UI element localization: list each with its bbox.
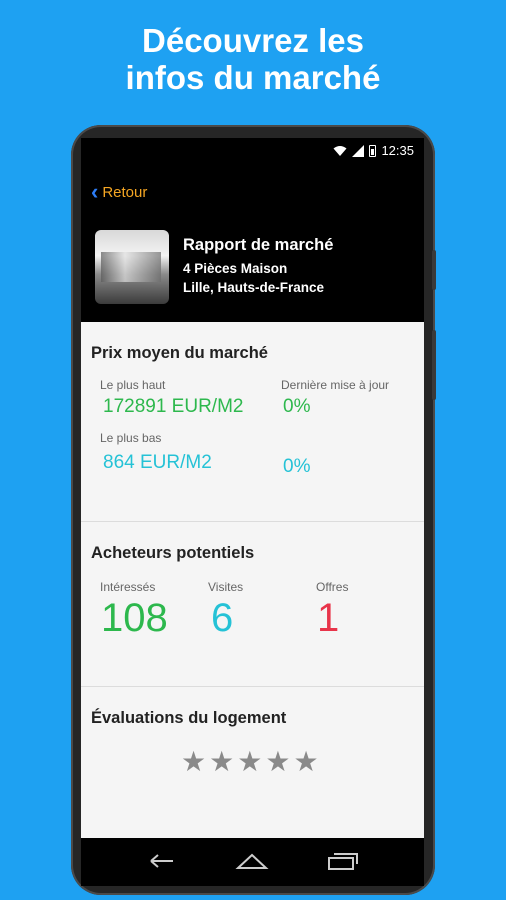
high-price-value: 172891 EUR/M2 [103, 396, 244, 417]
low-price-label: Le plus bas [100, 431, 162, 445]
headline: Découvrez les infos du marché [0, 22, 506, 96]
interested-count: 108 [101, 596, 168, 640]
property-photo [95, 230, 169, 304]
headline-line-2: infos du marché [125, 59, 381, 96]
low-price-change: 0% [283, 456, 311, 477]
high-price-change: 0% [283, 396, 311, 417]
report-content: Prix moyen du marché Le plus haut Derniè… [81, 322, 424, 838]
star-icon[interactable]: ★ [181, 748, 206, 776]
system-navigation-bar [81, 838, 424, 886]
buyers-section-title: Acheteurs potentiels [91, 544, 255, 562]
section-divider [81, 686, 424, 687]
recent-apps-icon[interactable] [325, 850, 359, 872]
back-button[interactable]: ‹ Retour [91, 179, 148, 204]
star-icon[interactable]: ★ [209, 748, 234, 776]
property-type: 4 Pièces Maison [183, 261, 288, 276]
rating-stars[interactable]: ★ ★ ★ ★ ★ [181, 748, 319, 776]
star-icon[interactable]: ★ [237, 748, 262, 776]
offers-label: Offres [316, 580, 349, 594]
property-location: Lille, Hauts-de-France [183, 280, 325, 295]
phone-screen: 12:35 ‹ Retour Rapport de marché 4 Pièce… [81, 138, 424, 886]
wifi-icon [333, 145, 347, 156]
report-title: Rapport de marché [183, 236, 334, 254]
star-icon[interactable]: ★ [265, 748, 290, 776]
power-button [432, 330, 436, 400]
ratings-section-title: Évaluations du logement [91, 709, 287, 727]
back-label: Retour [102, 183, 148, 201]
battery-icon [369, 144, 377, 157]
headline-line-1: Découvrez les [142, 22, 364, 59]
visits-label: Visites [208, 580, 244, 594]
volume-button [432, 250, 436, 290]
offers-count: 1 [317, 596, 340, 640]
price-section-title: Prix moyen du marché [91, 344, 268, 362]
status-time: 12:35 [381, 143, 414, 158]
last-update-label: Dernière mise à jour [281, 378, 390, 392]
signal-icon [352, 144, 365, 157]
home-nav-icon[interactable] [235, 850, 269, 872]
section-divider [81, 521, 424, 522]
interested-label: Intéressés [100, 580, 156, 594]
report-header: Rapport de marché 4 Pièces Maison Lille,… [95, 230, 333, 304]
back-nav-icon[interactable] [147, 850, 177, 872]
low-price-value: 864 EUR/M2 [103, 452, 212, 473]
chevron-left-icon: ‹ [91, 179, 99, 204]
star-icon[interactable]: ★ [293, 748, 318, 776]
high-price-label: Le plus haut [100, 378, 166, 392]
status-bar: 12:35 [81, 138, 424, 164]
visits-count: 6 [211, 596, 234, 640]
